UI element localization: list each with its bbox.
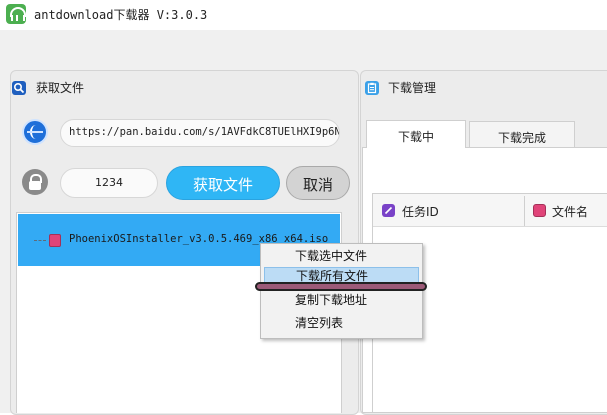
context-menu: 下载选中文件 下载所有文件 复制下载地址 清空列表 [260, 243, 423, 339]
extract-code-input[interactable]: 1234 [60, 168, 158, 198]
column-file-name[interactable]: 文件名 [552, 203, 588, 220]
highlight-marker [255, 282, 427, 291]
download-manager-title: 下载管理 [388, 81, 437, 95]
menu-item-download-selected[interactable]: 下载选中文件 [264, 247, 419, 265]
file-icon [49, 234, 61, 247]
tree-connector [34, 240, 46, 241]
share-url-input[interactable]: https://pan.baidu.com/s/1AVFdkC8TUElHXI9… [60, 119, 340, 147]
menu-item-clear-list[interactable]: 清空列表 [264, 314, 419, 332]
title-bar: antdownload下载器 V:3.0.3 [0, 0, 607, 30]
window-title: antdownload下载器 V:3.0.3 [34, 8, 208, 22]
lock-icon [22, 169, 48, 195]
fetch-files-button[interactable]: 获取文件 [166, 166, 280, 200]
globe-icon [22, 119, 48, 145]
menu-item-copy-link[interactable]: 复制下载地址 [264, 291, 419, 309]
edit-icon [382, 204, 395, 217]
cancel-button[interactable]: 取消 [286, 166, 350, 200]
column-divider[interactable] [524, 196, 525, 226]
search-icon [12, 81, 26, 95]
column-task-id[interactable]: 任务ID [402, 203, 439, 220]
app-icon [6, 4, 26, 24]
file-icon [533, 204, 546, 217]
fetch-panel-title: 获取文件 [36, 81, 85, 95]
tab-completed[interactable]: 下载完成 [469, 121, 575, 148]
tab-downloading[interactable]: 下载中 [366, 120, 466, 148]
clipboard-icon [365, 81, 379, 95]
